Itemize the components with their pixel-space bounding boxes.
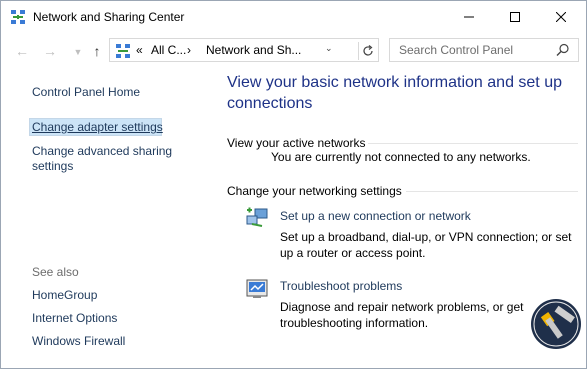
- watermark-logo: [531, 299, 581, 349]
- sidebar-item-change-advanced-sharing[interactable]: Change advanced sharing: [32, 144, 172, 159]
- search-icon[interactable]: [556, 43, 570, 57]
- close-button[interactable]: [538, 1, 584, 33]
- networking-settings-heading: Change your networking settings: [227, 184, 402, 198]
- network-icon: [11, 10, 25, 24]
- breadcrumb-overflow[interactable]: «: [136, 43, 143, 57]
- up-arrow-icon[interactable]: ↑: [89, 43, 105, 59]
- address-bar[interactable]: « All C... › Network and Sh... ⌄: [109, 38, 379, 62]
- breadcrumb-network-sharing[interactable]: Network and Sh...: [206, 43, 301, 57]
- troubleshoot-problems-link[interactable]: Troubleshoot problems: [280, 279, 402, 294]
- section-divider: [406, 191, 578, 192]
- page-title-line2: connections: [227, 95, 313, 112]
- sidebar-link-homegroup[interactable]: HomeGroup: [32, 288, 97, 303]
- forward-arrow-icon[interactable]: →: [42, 43, 58, 59]
- setup-new-connection-desc-line2: up a router or access point.: [280, 246, 426, 260]
- search-placeholder: Search Control Panel: [399, 43, 514, 57]
- active-networks-heading: View your active networks: [227, 136, 366, 150]
- maximize-icon: [510, 12, 520, 22]
- network-sharing-window: Network and Sharing Center ← → ▼ ↑ « All…: [0, 0, 587, 369]
- page-title-line1: View your basic network information and …: [227, 74, 562, 91]
- see-also-label: See also: [32, 265, 79, 279]
- active-networks-status: You are currently not connected to any n…: [271, 150, 531, 164]
- breadcrumb-separator[interactable]: ›: [187, 43, 191, 57]
- setup-new-connection-desc-line1: Set up a broadband, dial-up, or VPN conn…: [280, 230, 572, 244]
- refresh-button[interactable]: [358, 42, 377, 60]
- close-icon: [556, 12, 566, 22]
- title-bar: Network and Sharing Center: [1, 1, 586, 33]
- search-box[interactable]: Search Control Panel: [389, 38, 579, 62]
- section-divider: [368, 143, 578, 144]
- refresh-icon: [363, 45, 373, 56]
- back-arrow-icon[interactable]: ←: [14, 43, 30, 59]
- maximize-button[interactable]: [492, 1, 538, 33]
- control-panel-icon: [116, 44, 130, 58]
- new-connection-icon: [246, 207, 268, 227]
- sidebar-item-control-panel-home[interactable]: Control Panel Home: [32, 85, 140, 100]
- address-dropdown-chevron-icon[interactable]: ⌄: [325, 43, 333, 54]
- setup-new-connection-link[interactable]: Set up a new connection or network: [280, 209, 471, 224]
- sidebar-link-windows-firewall[interactable]: Windows Firewall: [32, 334, 125, 349]
- breadcrumb-all-control-panel[interactable]: All C...: [151, 43, 186, 57]
- recent-locations-chevron-icon[interactable]: ▼: [70, 44, 86, 60]
- minimize-icon: [464, 16, 474, 18]
- sidebar-item-change-advanced-sharing-line2[interactable]: settings: [32, 159, 73, 174]
- sidebar-link-internet-options[interactable]: Internet Options: [32, 311, 117, 326]
- window-title: Network and Sharing Center: [33, 10, 185, 24]
- page-title: View your basic network information and …: [227, 72, 577, 114]
- minimize-button[interactable]: [446, 1, 492, 33]
- address-row: ← → ▼ ↑ « All C... › Network and Sh... ⌄: [1, 34, 586, 68]
- sidebar-item-change-adapter-settings[interactable]: Change adapter settings: [32, 120, 163, 135]
- troubleshoot-icon: [246, 279, 268, 298]
